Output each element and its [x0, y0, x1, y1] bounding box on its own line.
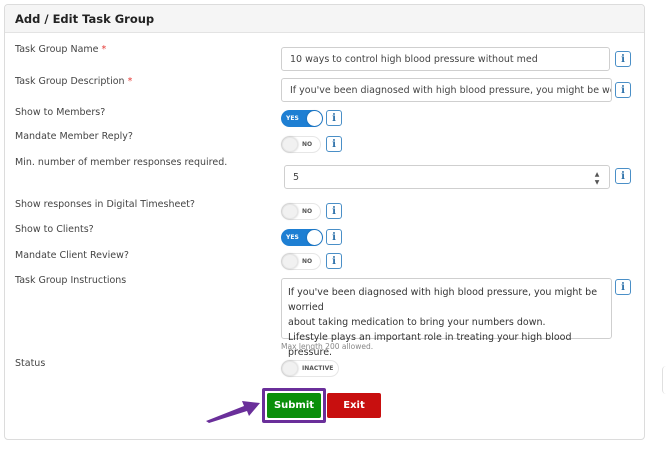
min-responses-label: Min. number of member responses required…: [15, 157, 228, 168]
info-icon[interactable]: i: [326, 253, 342, 269]
pointer-arrow-icon: [206, 401, 260, 423]
spinner-arrows-icon[interactable]: ▲ ▼: [593, 172, 601, 186]
submit-button[interactable]: Submit: [267, 393, 321, 418]
show-to-clients-toggle[interactable]: YES: [281, 229, 323, 246]
instructions-line: If you've been diagnosed with high blood…: [288, 287, 598, 313]
required-mark: *: [101, 44, 107, 55]
toggle-yes-text: YES: [286, 115, 299, 122]
spin-up-icon[interactable]: ▲: [595, 172, 600, 178]
toggle-no-text: NO: [302, 208, 313, 215]
mandate-client-review-label: Mandate Client Review?: [15, 250, 129, 261]
status-toggle[interactable]: INACTIVE: [281, 360, 339, 377]
toggle-knob: [282, 137, 298, 152]
task-group-description-label: Task Group Description *: [15, 76, 132, 87]
spin-down-icon[interactable]: ▼: [595, 180, 600, 186]
panel-title: Add / Edit Task Group: [5, 5, 644, 33]
show-timesheet-toggle[interactable]: NO: [281, 203, 321, 220]
info-icon[interactable]: i: [615, 279, 631, 295]
mandate-member-reply-label: Mandate Member Reply?: [15, 131, 133, 142]
show-timesheet-label: Show responses in Digital Timesheet?: [15, 199, 195, 210]
toggle-inactive-text: INACTIVE: [302, 365, 334, 372]
info-icon[interactable]: i: [326, 110, 342, 126]
task-group-instructions-textarea[interactable]: If you've been diagnosed with high blood…: [281, 278, 612, 358]
max-length-hint: Max length 200 allowed.: [281, 342, 374, 351]
toggle-knob: [282, 204, 298, 219]
info-icon[interactable]: i: [615, 168, 631, 184]
mandate-member-reply-toggle[interactable]: NO: [281, 136, 321, 153]
toggle-no-text: NO: [302, 141, 313, 148]
task-group-instructions-label: Task Group Instructions: [15, 275, 127, 286]
toggle-no-text: NO: [302, 258, 313, 265]
task-group-description-label-text: Task Group Description: [15, 76, 125, 87]
side-scroll-edge: [662, 366, 670, 394]
info-icon[interactable]: i: [326, 229, 342, 245]
exit-button[interactable]: Exit: [327, 393, 381, 418]
toggle-knob: [307, 230, 322, 245]
toggle-knob: [307, 111, 322, 126]
mandate-client-review-toggle[interactable]: NO: [281, 253, 321, 270]
toggle-knob: [282, 361, 298, 376]
task-group-name-input[interactable]: 10 ways to control high blood pressure w…: [281, 47, 610, 71]
required-mark: *: [127, 76, 133, 87]
info-icon[interactable]: i: [326, 136, 342, 152]
status-label: Status: [15, 358, 46, 369]
show-to-clients-label: Show to Clients?: [15, 224, 94, 235]
info-icon[interactable]: i: [615, 51, 631, 67]
show-to-members-label: Show to Members?: [15, 107, 106, 118]
task-group-name-label: Task Group Name *: [15, 44, 106, 55]
info-icon[interactable]: i: [615, 82, 631, 98]
task-group-name-label-text: Task Group Name: [15, 44, 99, 55]
task-group-description-input[interactable]: If you've been diagnosed with high blood…: [281, 78, 612, 102]
instructions-line: about taking medication to bring your nu…: [288, 317, 546, 328]
min-responses-input[interactable]: 5 ▲ ▼: [284, 165, 610, 189]
min-responses-value: 5: [293, 171, 300, 183]
toggle-knob: [282, 254, 298, 269]
info-icon[interactable]: i: [326, 203, 342, 219]
toggle-yes-text: YES: [286, 234, 299, 241]
show-to-members-toggle[interactable]: YES: [281, 110, 323, 127]
